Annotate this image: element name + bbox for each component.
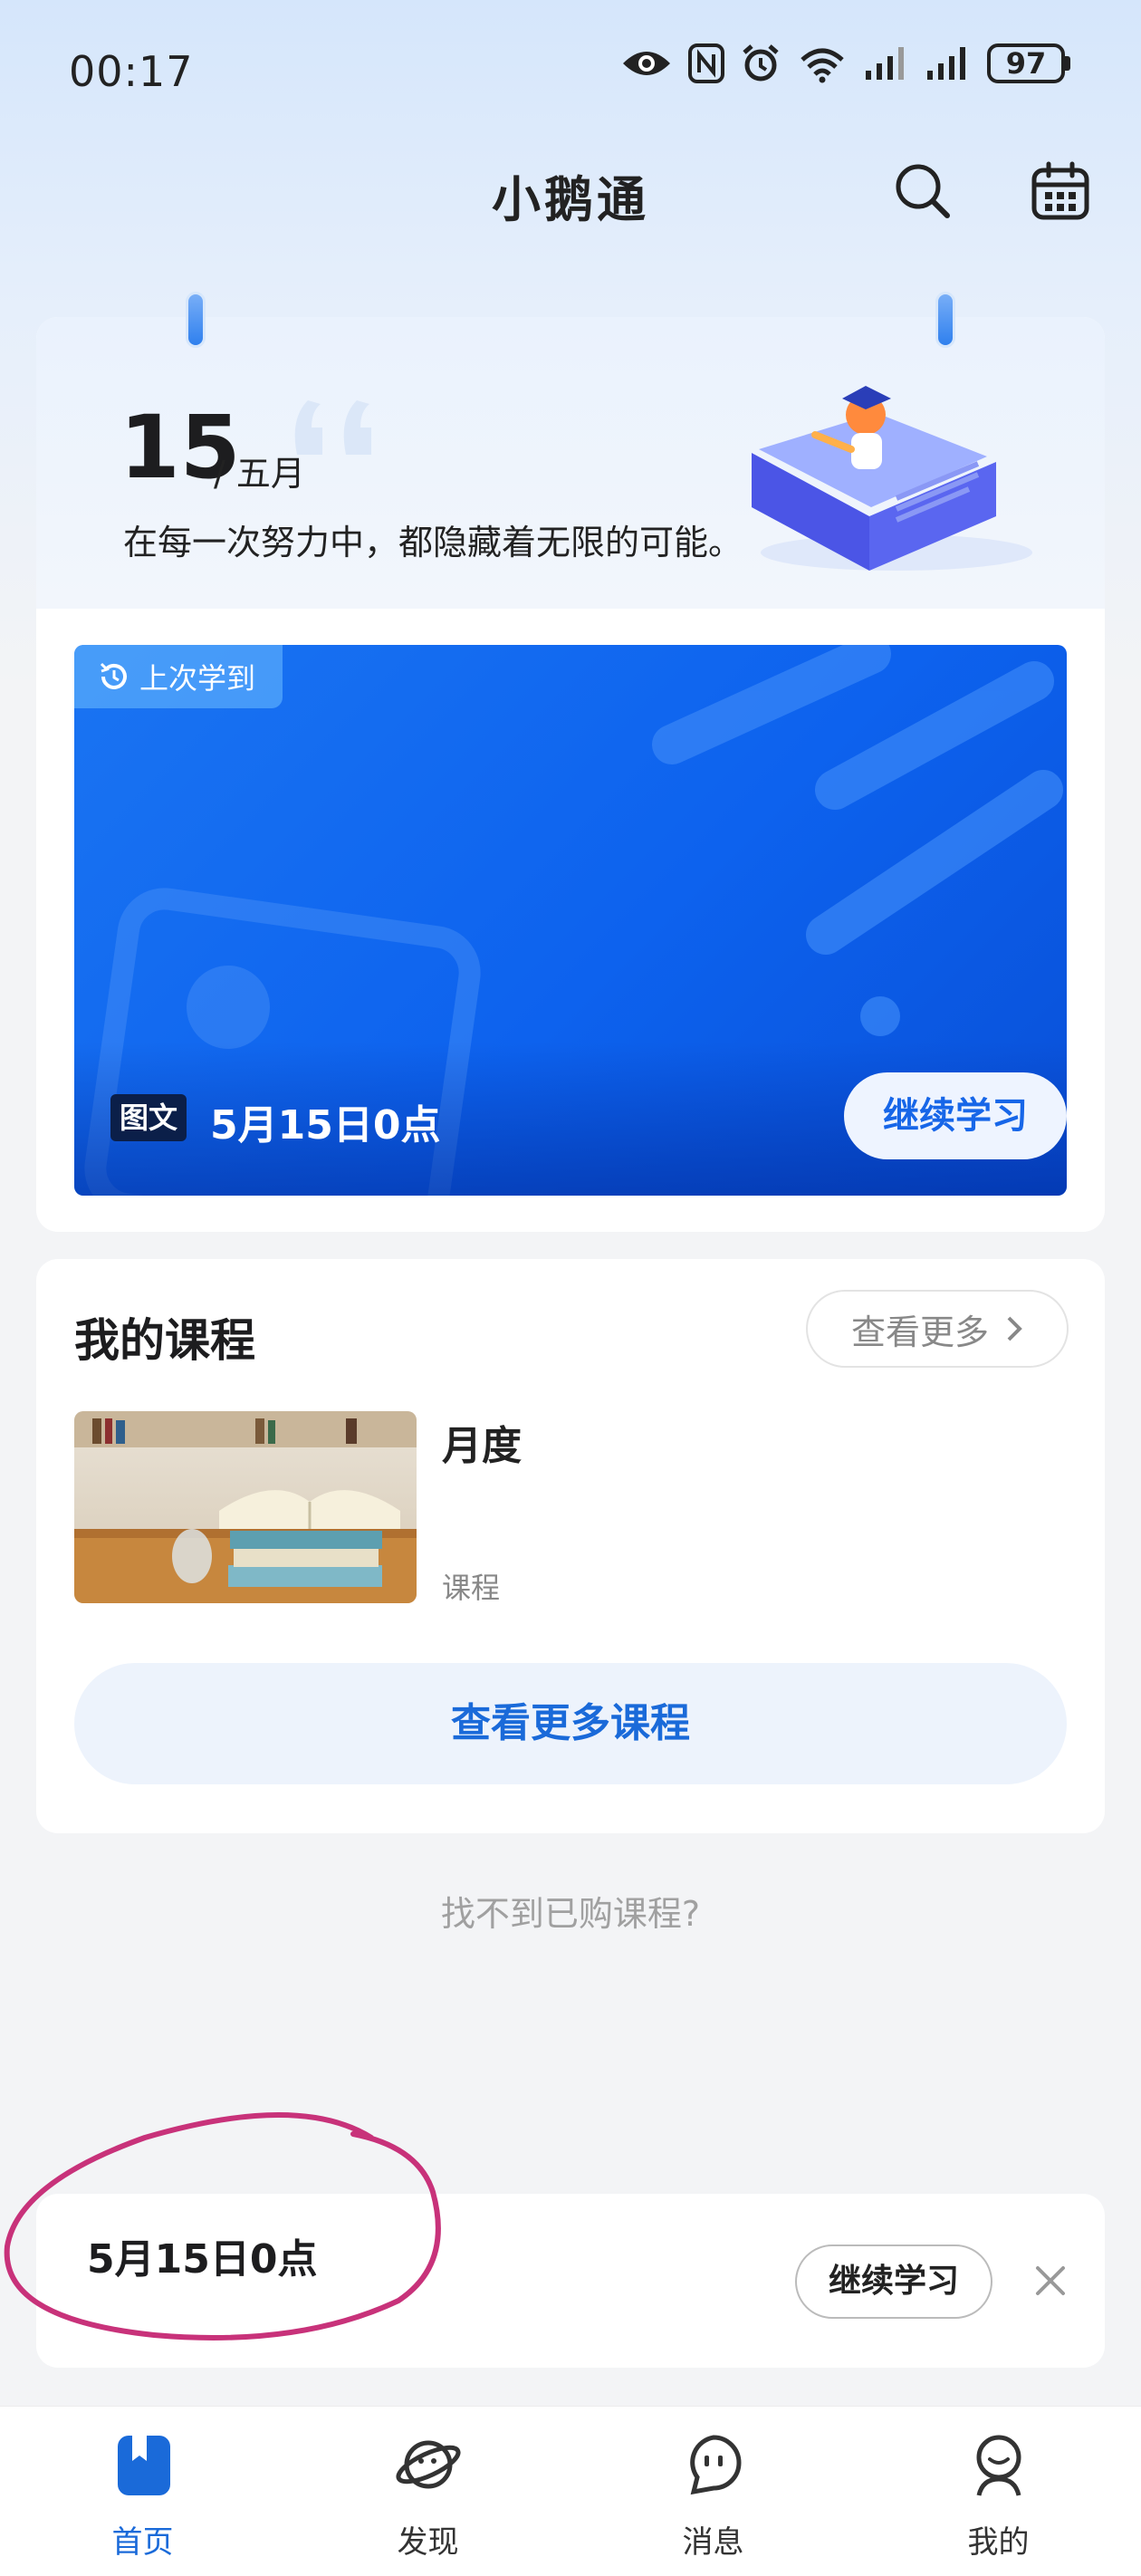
view-more-button[interactable]: 查看更多 [806, 1290, 1069, 1368]
signal-icon [927, 47, 965, 80]
last-learned-title: 5月15日0点 [210, 1102, 441, 1149]
nav-profile-label: 我的 [967, 2524, 1030, 2561]
profile-icon [976, 2435, 1021, 2496]
book-icon [118, 2436, 170, 2495]
view-more-label: 查看更多 [850, 1312, 989, 1352]
date-header: 15 / 五月 在每一次努力中，都隐藏着无限的可能。 [36, 317, 1105, 609]
last-learned-badge: 上次学到 [74, 645, 283, 708]
close-icon[interactable] [1027, 2257, 1074, 2304]
cant-find-purchased-link[interactable]: 找不到已购课程? [0, 1886, 1141, 1936]
course-thumbnail[interactable] [74, 1411, 417, 1603]
battery-icon: 97 [987, 43, 1070, 83]
message-icon [690, 2435, 742, 2495]
daily-quote: 在每一次努力中，都隐藏着无限的可能。 [123, 523, 743, 562]
nav-profile[interactable]: 我的 [856, 2407, 1141, 2576]
date-card: 15 / 五月 在每一次努力中，都隐藏着无限的可能。 上次学到 图文 5月15日… [36, 317, 1105, 1232]
chevron-right-icon [1007, 1316, 1022, 1341]
signal-icon [866, 47, 904, 80]
continue-learning-button[interactable]: 继续学习 [844, 1072, 1067, 1159]
content-type-tag: 图文 [110, 1094, 187, 1141]
alarm-icon [743, 44, 779, 82]
last-learned-banner[interactable]: 上次学到 图文 5月15日0点 继续学习 [74, 645, 1067, 1196]
nav-discover[interactable]: 发现 [285, 2407, 570, 2576]
book-illustration [752, 386, 1032, 571]
my-courses-title: 我的课程 [74, 1314, 255, 1367]
bottom-navigation: 首页 发现 消息 我的 [0, 2406, 1141, 2576]
nav-discover-label: 发现 [397, 2524, 459, 2561]
status-bar: 00:17 97 [0, 0, 1141, 136]
status-icons: 97 [621, 43, 1070, 83]
calendar-ring [935, 292, 955, 348]
battery-level: 97 [987, 43, 1065, 83]
eye-icon [623, 52, 670, 75]
course-name[interactable]: 月度 [442, 1413, 522, 1471]
my-courses-card: 我的课程 查看更多 月度 课程 查看更多课程 [36, 1259, 1105, 1833]
last-learned-label: 上次学到 [139, 661, 256, 696]
nav-messages-label: 消息 [682, 2524, 744, 2561]
status-time: 00:17 [69, 47, 194, 96]
nav-home-label: 首页 [111, 2524, 174, 2561]
search-icon[interactable] [893, 161, 953, 221]
course-type: 课程 [442, 1571, 501, 1605]
planet-icon [396, 2440, 461, 2489]
wifi-icon [801, 48, 844, 83]
nav-messages[interactable]: 消息 [570, 2407, 856, 2576]
calendar-icon[interactable] [1031, 161, 1090, 221]
nav-home[interactable]: 首页 [0, 2407, 285, 2576]
resume-continue-button[interactable]: 继续学习 [795, 2244, 992, 2319]
view-more-courses-button[interactable]: 查看更多课程 [74, 1663, 1067, 1784]
app-title: 小鹅通 [492, 171, 649, 228]
history-icon [100, 662, 127, 689]
month-label: / 五月 [214, 454, 305, 494]
nfc-icon [688, 43, 724, 83]
calendar-ring [186, 292, 206, 348]
annotation-circle [4, 2112, 441, 2341]
